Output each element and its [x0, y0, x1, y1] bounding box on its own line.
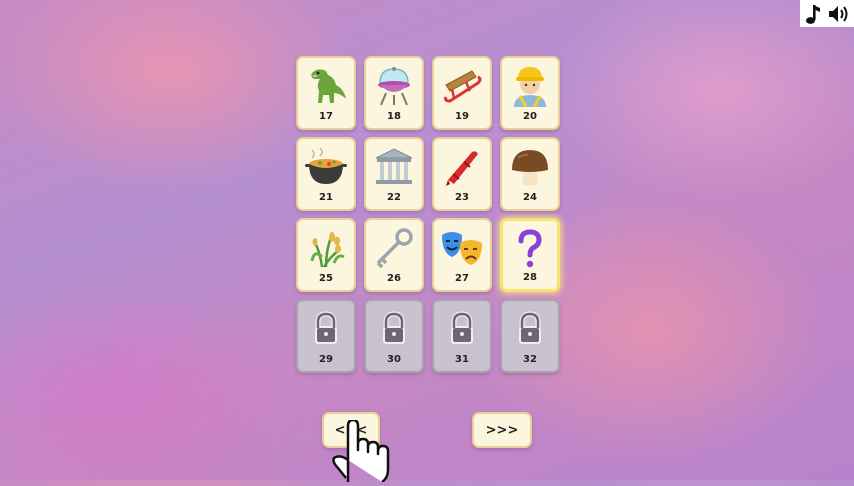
level-tile-18[interactable]: 18 [364, 56, 424, 130]
level-number: 31 [455, 354, 469, 365]
level-tile-27[interactable]: 27 [432, 218, 492, 292]
question-mark-icon [506, 227, 554, 271]
level-number: 23 [455, 192, 469, 203]
rice-plant-icon [302, 226, 350, 270]
speaker-icon[interactable] [827, 3, 851, 25]
next-page-button[interactable]: >>> [472, 412, 532, 448]
level-tile-20[interactable]: 20 [500, 56, 560, 130]
music-note-icon[interactable] [803, 3, 821, 25]
hand-pointer-icon [330, 418, 402, 486]
level-tile-30: 30 [364, 299, 424, 373]
sled-icon [438, 64, 486, 108]
audio-controls [800, 0, 854, 27]
level-number: 26 [387, 273, 401, 284]
level-tile-17[interactable]: 17 [296, 56, 356, 130]
lock-icon [302, 307, 350, 351]
level-number: 28 [523, 272, 537, 283]
level-tile-24[interactable]: 24 [500, 137, 560, 211]
dinosaur-icon [302, 64, 350, 108]
grill-icon [370, 64, 418, 108]
theater-masks-icon [438, 226, 486, 270]
level-number: 29 [319, 354, 333, 365]
level-tile-19[interactable]: 19 [432, 56, 492, 130]
level-tile-26[interactable]: 26 [364, 218, 424, 292]
level-number: 19 [455, 111, 469, 122]
old-key-icon [370, 226, 418, 270]
level-tile-32: 32 [500, 299, 560, 373]
level-number: 20 [523, 111, 537, 122]
level-number: 27 [455, 273, 469, 284]
level-number: 18 [387, 111, 401, 122]
level-number: 25 [319, 273, 333, 284]
level-tile-21[interactable]: 21 [296, 137, 356, 211]
level-tile-23[interactable]: 23 [432, 137, 492, 211]
classical-building-icon [370, 145, 418, 189]
level-tile-28[interactable]: 28 [500, 218, 560, 292]
level-number: 22 [387, 192, 401, 203]
lock-icon [370, 307, 418, 351]
level-number: 32 [523, 354, 537, 365]
level-tile-29: 29 [296, 299, 356, 373]
construction-worker-icon [506, 64, 554, 108]
level-number: 24 [523, 192, 537, 203]
level-number: 30 [387, 354, 401, 365]
stew-pot-icon [302, 145, 350, 189]
crayon-icon [438, 145, 486, 189]
mushroom-icon [506, 145, 554, 189]
level-grid: 17 18 19 20 21 22 23 24 25 26 27 28 29 3… [296, 56, 560, 373]
level-tile-25[interactable]: 25 [296, 218, 356, 292]
level-number: 17 [319, 111, 333, 122]
lock-icon [506, 307, 554, 351]
level-tile-31: 31 [432, 299, 492, 373]
level-number: 21 [319, 192, 333, 203]
level-tile-22[interactable]: 22 [364, 137, 424, 211]
lock-icon [438, 307, 486, 351]
